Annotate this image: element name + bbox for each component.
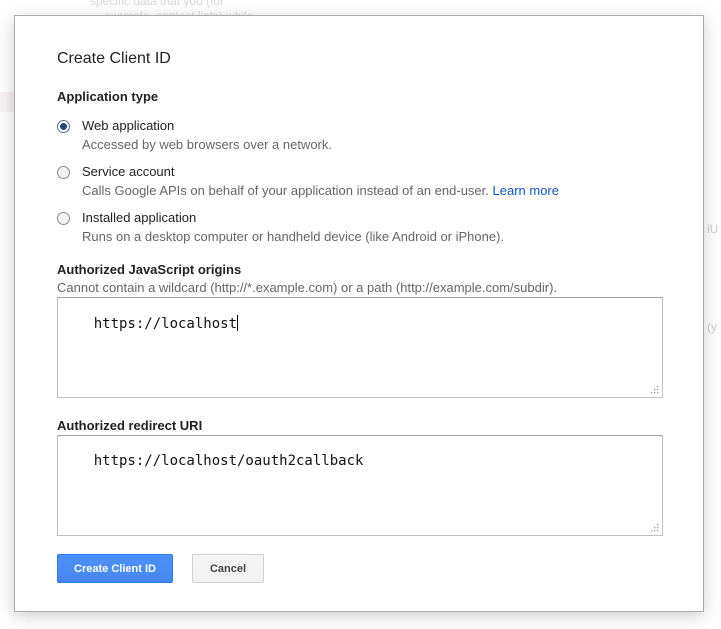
cancel-button[interactable]: Cancel [192, 554, 264, 583]
resize-grip-icon[interactable] [650, 385, 659, 394]
redirect-uri-label: Authorized redirect URI [57, 418, 203, 433]
service-account-radio[interactable] [57, 166, 70, 179]
radio-option-description: Accessed by web browsers over a network. [82, 137, 332, 152]
learn-more-link[interactable]: Learn more [493, 183, 559, 198]
background-band [0, 92, 14, 112]
redirect-uri-textarea[interactable]: https://localhost/oauth2callback [57, 435, 663, 536]
dialog-title: Create Client ID [57, 50, 171, 67]
resize-grip-icon[interactable] [650, 523, 659, 532]
radio-option-label: Web application [82, 118, 175, 133]
radio-option-description: Runs on a desktop computer or handheld d… [82, 229, 505, 244]
create-client-id-button[interactable]: Create Client ID [57, 554, 173, 583]
js-origins-textarea[interactable]: https://localhost [57, 297, 663, 398]
application-type-label: Application type [57, 89, 159, 104]
background-line: specific data that you (for [90, 0, 225, 8]
js-origins-value: https://localhost [93, 316, 238, 332]
text-caret [237, 315, 239, 331]
create-client-id-dialog: Create Client ID Application type Web ap… [14, 15, 704, 612]
radio-option-label: Installed application [82, 210, 197, 225]
radio-option-description-wrapper: Calls Google APIs on behalf of your appl… [82, 183, 559, 198]
radio-option-description: Calls Google APIs on behalf of your appl… [82, 183, 489, 198]
js-origins-help-text: Cannot contain a wildcard (http://*.exam… [57, 280, 558, 295]
background-edge-text: (y [707, 320, 717, 334]
js-origins-label: Authorized JavaScript origins [57, 262, 242, 277]
background-edge-text: iU [707, 222, 719, 236]
redirect-uri-value: https://localhost/oauth2callback [93, 453, 364, 469]
web-application-radio[interactable] [57, 120, 70, 133]
installed-application-radio[interactable] [57, 212, 70, 225]
radio-option-label: Service account [82, 164, 175, 179]
